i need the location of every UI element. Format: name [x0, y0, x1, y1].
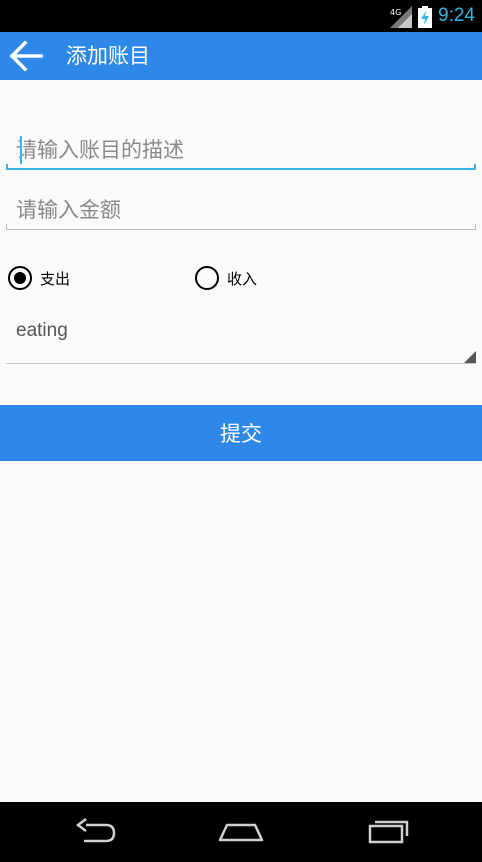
category-underline — [6, 363, 476, 364]
battery-charging-icon — [418, 6, 432, 28]
arrow-back-icon[interactable] — [8, 40, 44, 72]
dropdown-triangle-icon — [464, 351, 476, 363]
back-icon[interactable] — [72, 816, 120, 848]
description-underline-ticks — [6, 164, 476, 170]
radio-checked-icon[interactable] — [8, 266, 32, 290]
recent-apps-icon[interactable] — [364, 816, 412, 848]
home-icon[interactable] — [217, 816, 265, 848]
radio-income[interactable]: 收入 — [195, 264, 257, 292]
signal-icon: 4G — [390, 6, 412, 28]
description-field[interactable] — [6, 130, 476, 170]
navigation-bar — [0, 802, 482, 862]
amount-underline-ticks — [6, 224, 476, 230]
text-cursor — [20, 136, 22, 164]
category-selected-value: eating — [16, 320, 68, 341]
category-spinner[interactable]: eating — [6, 312, 476, 364]
status-time: 9:24 — [438, 5, 475, 26]
page-title: 添加账目 — [66, 44, 150, 68]
svg-text:4G: 4G — [390, 8, 401, 17]
radio-expense[interactable]: 支出 — [8, 264, 70, 292]
radio-income-label: 收入 — [227, 269, 258, 288]
radio-expense-label: 支出 — [40, 269, 71, 288]
amount-field[interactable] — [6, 190, 476, 230]
status-bar: 4G 9:24 — [0, 0, 482, 32]
radio-unchecked-icon[interactable] — [195, 266, 219, 290]
submit-button[interactable]: 提交 — [0, 405, 482, 461]
app-bar: 添加账目 — [0, 32, 482, 80]
